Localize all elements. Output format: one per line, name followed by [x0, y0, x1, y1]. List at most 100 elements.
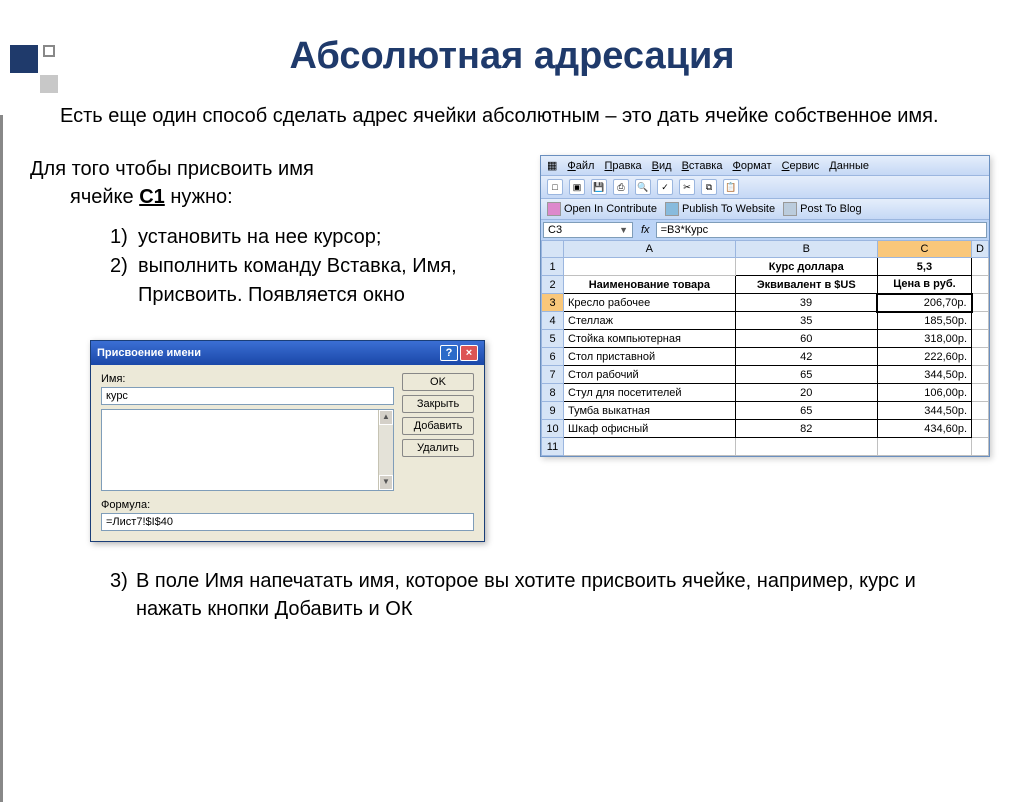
col-header-d[interactable]: D [972, 241, 989, 258]
name-box[interactable]: C3 ▼ [543, 222, 633, 238]
ok-button[interactable]: OK [402, 373, 474, 391]
dialog-titlebar[interactable]: Присвоение имени ? × [91, 341, 484, 365]
col-header-a[interactable]: A [564, 241, 736, 258]
row-header[interactable]: 1 [542, 258, 564, 276]
fx-icon[interactable]: fx [635, 224, 656, 236]
cell[interactable]: Кресло рабочее [564, 294, 736, 312]
menu-data[interactable]: Данные [829, 160, 869, 172]
post-blog-button[interactable]: Post To Blog [783, 202, 862, 216]
cell[interactable]: Шкаф офисный [564, 420, 736, 438]
scroll-down-icon[interactable]: ▼ [379, 475, 393, 490]
cell[interactable]: 65 [735, 402, 877, 420]
spell-icon[interactable]: ✓ [657, 179, 673, 195]
cell[interactable]: 222,60р. [877, 348, 971, 366]
excel-grid[interactable]: A B C D 1 Курс доллара 5,3 2 Наиме [541, 240, 989, 456]
cell[interactable] [972, 438, 989, 456]
open-icon[interactable]: ▣ [569, 179, 585, 195]
cell[interactable] [735, 438, 877, 456]
print-icon[interactable]: ⎙ [613, 179, 629, 195]
formula-input[interactable] [101, 513, 474, 531]
cell[interactable]: Цена в руб. [877, 276, 971, 294]
menu-edit[interactable]: Правка [604, 160, 641, 172]
cell[interactable]: 35 [735, 312, 877, 330]
add-button[interactable]: Добавить [402, 417, 474, 435]
col-header-c[interactable]: C [877, 241, 971, 258]
cell[interactable] [972, 366, 989, 384]
selected-cell[interactable]: 206,70р. [877, 294, 971, 312]
scroll-up-icon[interactable]: ▲ [379, 410, 393, 425]
name-input[interactable] [101, 387, 394, 405]
delete-button[interactable]: Удалить [402, 439, 474, 457]
select-all-corner[interactable] [542, 241, 564, 258]
cell[interactable]: Стол рабочий [564, 366, 736, 384]
cell[interactable]: Наименование товара [564, 276, 736, 294]
open-contribute-button[interactable]: Open In Contribute [547, 202, 657, 216]
row-header[interactable]: 2 [542, 276, 564, 294]
close-icon[interactable]: × [460, 345, 478, 361]
cell[interactable]: 65 [735, 366, 877, 384]
cell[interactable] [972, 312, 989, 330]
save-icon[interactable]: 💾 [591, 179, 607, 195]
cut-icon[interactable]: ✂ [679, 179, 695, 195]
cell[interactable]: 318,00р. [877, 330, 971, 348]
cell[interactable] [972, 330, 989, 348]
paste-icon[interactable]: 📋 [723, 179, 739, 195]
scrollbar[interactable]: ▲ ▼ [378, 410, 393, 490]
row-header[interactable]: 5 [542, 330, 564, 348]
row-header[interactable]: 3 [542, 294, 564, 312]
name-dialog: Присвоение имени ? × Имя: ▲ [90, 340, 485, 542]
help-icon[interactable]: ? [440, 345, 458, 361]
cell[interactable]: 5,3 [877, 258, 971, 276]
cell[interactable]: 20 [735, 384, 877, 402]
name-label: Имя: [101, 373, 394, 385]
menu-insert[interactable]: Вставка [682, 160, 723, 172]
cell[interactable]: Тумба выкатная [564, 402, 736, 420]
cell[interactable] [564, 258, 736, 276]
formula-input[interactable]: =B3*Курс [656, 222, 987, 238]
menu-file[interactable]: Файл [567, 160, 594, 172]
row-header[interactable]: 8 [542, 384, 564, 402]
cell[interactable]: 344,50р. [877, 402, 971, 420]
cell[interactable]: 42 [735, 348, 877, 366]
publish-website-button[interactable]: Publish To Website [665, 202, 775, 216]
cell[interactable]: 344,50р. [877, 366, 971, 384]
chevron-down-icon[interactable]: ▼ [619, 225, 628, 235]
cell[interactable] [972, 276, 989, 294]
cell[interactable]: 106,00р. [877, 384, 971, 402]
cell[interactable]: Стол приставной [564, 348, 736, 366]
cell[interactable] [564, 438, 736, 456]
menu-view[interactable]: Вид [652, 160, 672, 172]
name-box-value: C3 [548, 224, 562, 236]
cell[interactable] [972, 402, 989, 420]
menu-tools[interactable]: Сервис [782, 160, 820, 172]
cell[interactable] [972, 348, 989, 366]
cell[interactable] [877, 438, 971, 456]
row-header[interactable]: 4 [542, 312, 564, 330]
cell[interactable]: 39 [735, 294, 877, 312]
cell[interactable]: Стул для посетителей [564, 384, 736, 402]
cell[interactable]: Эквивалент в $US [735, 276, 877, 294]
cell[interactable]: 82 [735, 420, 877, 438]
cell[interactable]: 434,60р. [877, 420, 971, 438]
row-header[interactable]: 6 [542, 348, 564, 366]
cell[interactable] [972, 384, 989, 402]
cell[interactable]: Стеллаж [564, 312, 736, 330]
row-header[interactable]: 9 [542, 402, 564, 420]
cell[interactable] [972, 258, 989, 276]
menu-format[interactable]: Формат [732, 160, 771, 172]
cell[interactable] [972, 420, 989, 438]
col-header-b[interactable]: B [735, 241, 877, 258]
new-icon[interactable]: □ [547, 179, 563, 195]
row-header[interactable]: 7 [542, 366, 564, 384]
copy-icon[interactable]: ⧉ [701, 179, 717, 195]
cell[interactable]: Курс доллара [735, 258, 877, 276]
row-header[interactable]: 10 [542, 420, 564, 438]
cell[interactable] [972, 294, 989, 312]
names-listbox[interactable]: ▲ ▼ [101, 409, 394, 491]
cell[interactable]: Стойка компьютерная [564, 330, 736, 348]
row-header[interactable]: 11 [542, 438, 564, 456]
cell[interactable]: 185,50р. [877, 312, 971, 330]
close-button[interactable]: Закрыть [402, 395, 474, 413]
cell[interactable]: 60 [735, 330, 877, 348]
preview-icon[interactable]: 🔍 [635, 179, 651, 195]
